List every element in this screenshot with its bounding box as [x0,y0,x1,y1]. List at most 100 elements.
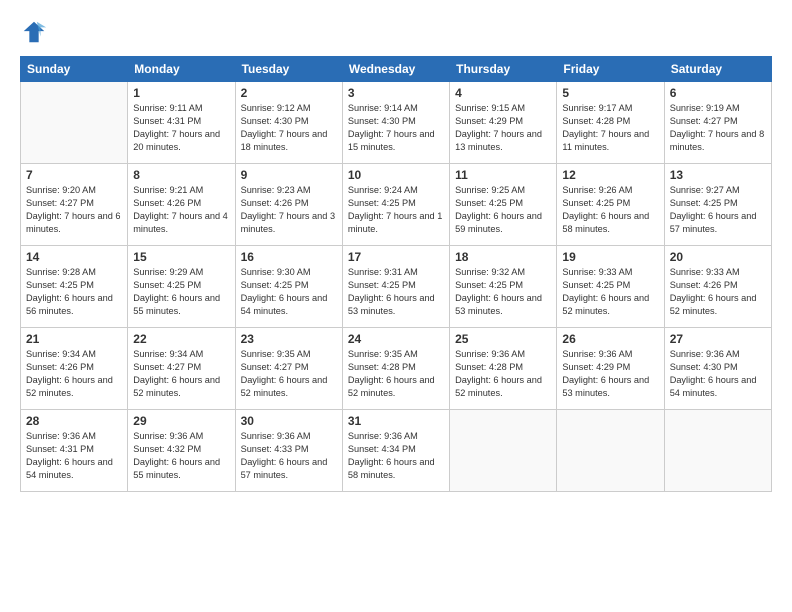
day-number: 26 [562,332,658,346]
calendar-cell: 23 Sunrise: 9:35 AMSunset: 4:27 PMDayligh… [235,328,342,410]
day-number: 29 [133,414,229,428]
day-info: Sunrise: 9:36 AMSunset: 4:29 PMDaylight:… [562,348,658,400]
day-number: 30 [241,414,337,428]
weekday-header-sunday: Sunday [21,57,128,82]
day-number: 27 [670,332,766,346]
calendar-cell [21,82,128,164]
day-info: Sunrise: 9:21 AMSunset: 4:26 PMDaylight:… [133,184,229,236]
day-info: Sunrise: 9:36 AMSunset: 4:34 PMDaylight:… [348,430,444,482]
day-number: 8 [133,168,229,182]
calendar-cell: 25Sunrise: 9:36 AMSunset: 4:28 PMDayligh… [450,328,557,410]
calendar-cell: 28 Sunrise: 9:36 AMSunset: 4:31 PMDayligh… [21,410,128,492]
day-info: Sunrise: 9:36 AMSunset: 4:30 PMDaylight:… [670,348,766,400]
day-number: 13 [670,168,766,182]
day-number: 31 [348,414,444,428]
day-info: Sunrise: 9:34 AMSunset: 4:26 PMDaylight:… [26,348,122,400]
weekday-header-tuesday: Tuesday [235,57,342,82]
day-info: Sunrise: 9:17 AMSunset: 4:28 PMDaylight:… [562,102,658,154]
calendar-cell: 30 Sunrise: 9:36 AMSunset: 4:33 PMDayligh… [235,410,342,492]
day-info: Sunrise: 9:36 AMSunset: 4:28 PMDaylight:… [455,348,551,400]
day-number: 4 [455,86,551,100]
calendar-cell: 17Sunrise: 9:31 AMSunset: 4:25 PMDayligh… [342,246,449,328]
day-number: 20 [670,250,766,264]
calendar-cell: 10Sunrise: 9:24 AMSunset: 4:25 PMDayligh… [342,164,449,246]
day-number: 16 [241,250,337,264]
day-info: Sunrise: 9:33 AMSunset: 4:25 PMDaylight:… [562,266,658,318]
day-info: Sunrise: 9:15 AMSunset: 4:29 PMDaylight:… [455,102,551,154]
weekday-header-wednesday: Wednesday [342,57,449,82]
day-info: Sunrise: 9:14 AMSunset: 4:30 PMDaylight:… [348,102,444,154]
day-info: Sunrise: 9:35 AMSunset: 4:27 PMDaylight:… [241,348,337,400]
day-info: Sunrise: 9:36 AMSunset: 4:31 PMDaylight:… [26,430,122,482]
weekday-header-monday: Monday [128,57,235,82]
day-info: Sunrise: 9:36 AMSunset: 4:33 PMDaylight:… [241,430,337,482]
day-info: Sunrise: 9:25 AMSunset: 4:25 PMDaylight:… [455,184,551,236]
day-number: 14 [26,250,122,264]
day-number: 24 [348,332,444,346]
day-number: 18 [455,250,551,264]
day-number: 9 [241,168,337,182]
weekday-header-thursday: Thursday [450,57,557,82]
day-info: Sunrise: 9:23 AMSunset: 4:26 PMDaylight:… [241,184,337,236]
day-info: Sunrise: 9:29 AMSunset: 4:25 PMDaylight:… [133,266,229,318]
logo-icon [20,18,48,46]
calendar-cell: 21 Sunrise: 9:34 AMSunset: 4:26 PMDayligh… [21,328,128,410]
day-number: 15 [133,250,229,264]
day-number: 22 [133,332,229,346]
day-info: Sunrise: 9:27 AMSunset: 4:25 PMDaylight:… [670,184,766,236]
day-info: Sunrise: 9:36 AMSunset: 4:32 PMDaylight:… [133,430,229,482]
calendar-cell: 14 Sunrise: 9:28 AMSunset: 4:25 PMDayligh… [21,246,128,328]
calendar-cell: 1Sunrise: 9:11 AMSunset: 4:31 PMDaylight… [128,82,235,164]
logo [20,18,52,46]
calendar-cell: 15 Sunrise: 9:29 AMSunset: 4:25 PMDayligh… [128,246,235,328]
calendar-cell: 11 Sunrise: 9:25 AMSunset: 4:25 PMDayligh… [450,164,557,246]
week-row-4: 21 Sunrise: 9:34 AMSunset: 4:26 PMDayligh… [21,328,772,410]
calendar-cell: 27 Sunrise: 9:36 AMSunset: 4:30 PMDayligh… [664,328,771,410]
calendar-header: SundayMondayTuesdayWednesdayThursdayFrid… [21,57,772,82]
day-number: 28 [26,414,122,428]
day-number: 21 [26,332,122,346]
day-number: 6 [670,86,766,100]
week-row-1: 1Sunrise: 9:11 AMSunset: 4:31 PMDaylight… [21,82,772,164]
calendar-cell: 2 Sunrise: 9:12 AMSunset: 4:30 PMDaylight… [235,82,342,164]
day-number: 5 [562,86,658,100]
calendar-cell: 13 Sunrise: 9:27 AMSunset: 4:25 PMDayligh… [664,164,771,246]
day-info: Sunrise: 9:28 AMSunset: 4:25 PMDaylight:… [26,266,122,318]
calendar-cell: 7Sunrise: 9:20 AMSunset: 4:27 PMDaylight… [21,164,128,246]
calendar-cell: 4 Sunrise: 9:15 AMSunset: 4:29 PMDaylight… [450,82,557,164]
week-row-5: 28 Sunrise: 9:36 AMSunset: 4:31 PMDayligh… [21,410,772,492]
calendar-cell: 19 Sunrise: 9:33 AMSunset: 4:25 PMDayligh… [557,246,664,328]
calendar-cell [557,410,664,492]
calendar-body: 1Sunrise: 9:11 AMSunset: 4:31 PMDaylight… [21,82,772,492]
day-number: 2 [241,86,337,100]
day-number: 12 [562,168,658,182]
calendar-cell: 18 Sunrise: 9:32 AMSunset: 4:25 PMDayligh… [450,246,557,328]
calendar-cell: 3 Sunrise: 9:14 AMSunset: 4:30 PMDaylight… [342,82,449,164]
calendar-cell [450,410,557,492]
day-info: Sunrise: 9:12 AMSunset: 4:30 PMDaylight:… [241,102,337,154]
weekday-header-saturday: Saturday [664,57,771,82]
calendar-cell: 16 Sunrise: 9:30 AMSunset: 4:25 PMDayligh… [235,246,342,328]
calendar-cell: 9 Sunrise: 9:23 AMSunset: 4:26 PMDaylight… [235,164,342,246]
weekday-header-friday: Friday [557,57,664,82]
day-info: Sunrise: 9:19 AMSunset: 4:27 PMDaylight:… [670,102,766,154]
day-number: 1 [133,86,229,100]
day-info: Sunrise: 9:30 AMSunset: 4:25 PMDaylight:… [241,266,337,318]
day-number: 11 [455,168,551,182]
day-number: 23 [241,332,337,346]
calendar-page: SundayMondayTuesdayWednesdayThursdayFrid… [0,0,792,612]
calendar-cell: 26 Sunrise: 9:36 AMSunset: 4:29 PMDayligh… [557,328,664,410]
calendar-cell: 6 Sunrise: 9:19 AMSunset: 4:27 PMDaylight… [664,82,771,164]
day-info: Sunrise: 9:33 AMSunset: 4:26 PMDaylight:… [670,266,766,318]
day-info: Sunrise: 9:26 AMSunset: 4:25 PMDaylight:… [562,184,658,236]
calendar-cell: 22 Sunrise: 9:34 AMSunset: 4:27 PMDayligh… [128,328,235,410]
day-number: 19 [562,250,658,264]
day-number: 3 [348,86,444,100]
calendar-cell: 5 Sunrise: 9:17 AMSunset: 4:28 PMDaylight… [557,82,664,164]
calendar-table: SundayMondayTuesdayWednesdayThursdayFrid… [20,56,772,492]
day-info: Sunrise: 9:34 AMSunset: 4:27 PMDaylight:… [133,348,229,400]
week-row-2: 7Sunrise: 9:20 AMSunset: 4:27 PMDaylight… [21,164,772,246]
calendar-cell: 29 Sunrise: 9:36 AMSunset: 4:32 PMDayligh… [128,410,235,492]
day-info: Sunrise: 9:32 AMSunset: 4:25 PMDaylight:… [455,266,551,318]
day-info: Sunrise: 9:24 AMSunset: 4:25 PMDaylight:… [348,184,444,236]
